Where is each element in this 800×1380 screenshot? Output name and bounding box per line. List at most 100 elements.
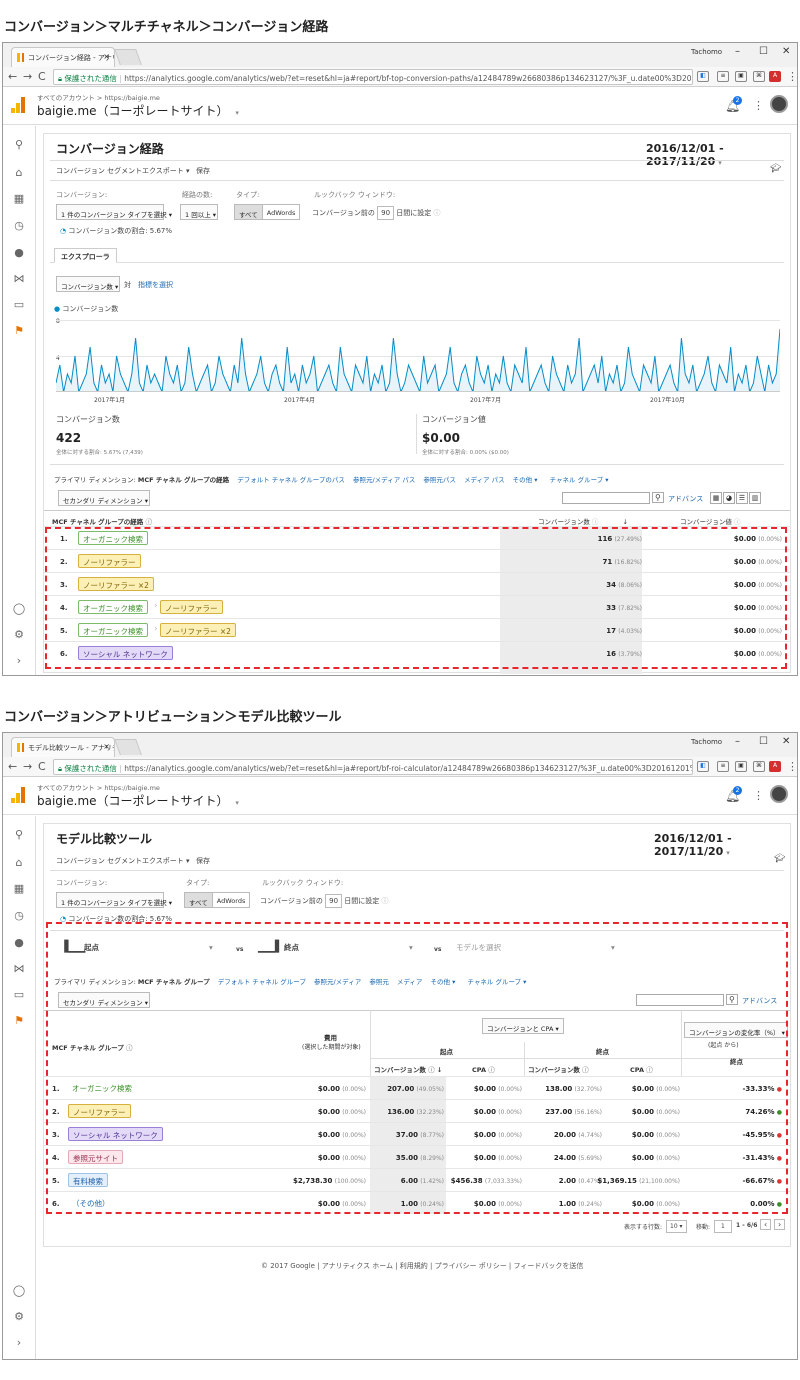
breadcrumb[interactable]: すべてのアカウント > https://baigie.me xyxy=(37,92,160,102)
property-selector[interactable]: baigie.me（コーポレートサイト） ▾ xyxy=(37,102,239,119)
export-button[interactable]: エクスポート ▾ xyxy=(142,856,190,866)
choose-metric-link[interactable]: 指標を選択 xyxy=(138,280,173,290)
forward-icon[interactable]: → xyxy=(23,70,32,83)
graduation-cap-icon[interactable]: 🎓︎ xyxy=(774,854,785,864)
home-icon[interactable]: ⌂ xyxy=(12,166,26,179)
person-icon[interactable]: ● xyxy=(12,936,26,949)
primary-dim-option[interactable]: メディア パス xyxy=(464,476,505,484)
maximize-icon[interactable]: ☐ xyxy=(759,736,768,747)
reload-icon[interactable]: C xyxy=(38,70,46,83)
acquisition-icon[interactable]: ⋈ xyxy=(12,272,26,285)
back-icon[interactable]: ← xyxy=(8,760,17,773)
primary-dim-option[interactable]: デフォルト チャネル グループのパス xyxy=(237,476,345,484)
tab-close-icon[interactable]: × xyxy=(103,742,110,751)
lightbulb-icon[interactable]: ◯ xyxy=(12,1284,26,1297)
home-icon[interactable]: ⌂ xyxy=(12,856,26,869)
date-range[interactable]: 2016/12/01 - 2017/11/20 ▾ xyxy=(654,832,790,858)
menu-icon[interactable]: ⋮ xyxy=(787,760,797,773)
search-icon[interactable]: ⚲ xyxy=(12,138,26,151)
table-view-icon[interactable]: ▦ xyxy=(710,492,722,504)
goto-input[interactable]: 1 xyxy=(714,1220,732,1233)
search-icon[interactable]: ⚲ xyxy=(12,828,26,841)
graduation-cap-icon[interactable]: 🎓︎ xyxy=(770,164,781,174)
extension-icon[interactable]: ≡ xyxy=(717,761,729,772)
minimize-icon[interactable]: – xyxy=(735,46,740,57)
more-icon[interactable]: ⋮ xyxy=(753,99,764,112)
primary-dim-option[interactable]: その他 ▾ xyxy=(513,476,538,484)
behavior-icon[interactable]: ▭ xyxy=(12,298,26,311)
menu-icon[interactable]: ⋮ xyxy=(787,70,797,83)
pivot-view-icon[interactable]: ▥ xyxy=(749,492,761,504)
extension-icon[interactable]: ▣ xyxy=(735,761,747,772)
type-adwords-button[interactable]: AdWords xyxy=(263,205,300,219)
date-range[interactable]: 2016/12/01 - 2017/11/20 ▾ xyxy=(646,142,790,168)
reload-icon[interactable]: C xyxy=(38,760,46,773)
person-icon[interactable]: ● xyxy=(12,246,26,259)
url-input[interactable]: 🔒︎ 保護された通信 | https://analytics.google.co… xyxy=(53,759,693,775)
dashboard-icon[interactable]: ▦ xyxy=(12,882,26,895)
clock-icon[interactable]: ◷ xyxy=(12,219,26,232)
breadcrumb[interactable]: すべてのアカウント > https://baigie.me xyxy=(37,782,160,792)
close-icon[interactable]: ✕ xyxy=(782,736,790,747)
metric-select[interactable]: コンバージョン数 ▾ xyxy=(56,276,120,292)
type-adwords-button[interactable]: AdWords xyxy=(213,893,250,907)
clock-icon[interactable]: ◷ xyxy=(12,909,26,922)
extension-icon[interactable]: ⌘ xyxy=(753,71,765,82)
extension-icon[interactable]: ◧ xyxy=(697,761,709,772)
avatar[interactable] xyxy=(770,785,788,803)
tab-close-icon[interactable]: × xyxy=(103,52,110,61)
lightbulb-icon[interactable]: ◯ xyxy=(12,602,26,615)
next-page-icon[interactable]: › xyxy=(774,1219,786,1230)
expand-icon[interactable]: › xyxy=(12,1336,26,1349)
conversion-select[interactable]: 1 件のコンバージョン タイプを選択 ▾ xyxy=(56,892,172,908)
prev-page-icon[interactable]: ‹ xyxy=(760,1219,772,1230)
rows-per-page-select[interactable]: 10 ▾ xyxy=(666,1220,687,1233)
new-tab-button[interactable] xyxy=(114,739,142,755)
lookback-days-input[interactable]: 90 xyxy=(325,894,343,908)
export-button[interactable]: エクスポート ▾ xyxy=(142,166,190,176)
extension-icon[interactable]: ▣ xyxy=(735,71,747,82)
tab-explorer[interactable]: エクスプローラ xyxy=(54,248,117,263)
pdf-icon[interactable]: A xyxy=(769,71,781,82)
property-selector[interactable]: baigie.me（コーポレートサイト） ▾ xyxy=(37,792,239,809)
save-button[interactable]: 保存 xyxy=(196,166,210,176)
primary-dim-option[interactable]: 参照元/メディア パス xyxy=(353,476,415,484)
primary-dim-option[interactable]: チャネル グループ ▾ xyxy=(550,476,609,484)
acquisition-icon[interactable]: ⋈ xyxy=(12,962,26,975)
type-all-button[interactable]: すべて xyxy=(185,893,213,907)
new-tab-button[interactable] xyxy=(114,49,142,65)
gear-icon[interactable]: ⚙ xyxy=(12,1310,26,1323)
segment-button[interactable]: コンバージョン セグメント xyxy=(56,856,142,866)
extension-icon[interactable]: ≡ xyxy=(717,71,729,82)
avatar[interactable] xyxy=(770,95,788,113)
pdf-icon[interactable]: A xyxy=(769,761,781,772)
minimize-icon[interactable]: – xyxy=(735,736,740,747)
path-length-select[interactable]: 1 回以上 ▾ xyxy=(180,204,218,220)
gear-icon[interactable]: ⚙ xyxy=(12,628,26,641)
browser-tab[interactable]: モデル比較ツール - アナリテ × xyxy=(11,737,115,757)
lookback-days-input[interactable]: 90 xyxy=(377,206,395,220)
close-icon[interactable]: ✕ xyxy=(782,46,790,57)
url-input[interactable]: 🔒︎ 保護された通信 | https://analytics.google.co… xyxy=(53,69,693,85)
expand-icon[interactable]: › xyxy=(12,654,26,667)
advanced-link[interactable]: アドバンス xyxy=(668,494,703,504)
save-button[interactable]: 保存 xyxy=(196,856,210,866)
col-value-header[interactable]: コンバージョン値 ⓘ xyxy=(680,516,740,526)
flag-icon[interactable]: ⚑ xyxy=(12,324,26,337)
extension-icon[interactable]: ⌘ xyxy=(753,761,765,772)
extension-icon[interactable]: ◧ xyxy=(697,71,709,82)
type-all-button[interactable]: すべて xyxy=(235,205,263,219)
search-icon[interactable]: ⚲ xyxy=(652,492,664,503)
more-icon[interactable]: ⋮ xyxy=(753,789,764,802)
primary-dim-option[interactable]: 参照元パス xyxy=(423,476,456,484)
pie-view-icon[interactable]: ◕ xyxy=(723,492,735,504)
forward-icon[interactable]: → xyxy=(23,760,32,773)
browser-tab[interactable]: コンバージョン経路 - アナリテ × xyxy=(11,47,115,67)
back-icon[interactable]: ← xyxy=(8,70,17,83)
bar-view-icon[interactable]: ☰ xyxy=(736,492,748,504)
secondary-dimension-select[interactable]: セカンダリ ディメンション ▾ xyxy=(58,490,150,506)
behavior-icon[interactable]: ▭ xyxy=(12,988,26,1001)
segment-button[interactable]: コンバージョン セグメント xyxy=(56,166,142,176)
conversion-select[interactable]: 1 件のコンバージョン タイプを選択 ▾ xyxy=(56,204,172,220)
search-input[interactable] xyxy=(562,492,650,504)
